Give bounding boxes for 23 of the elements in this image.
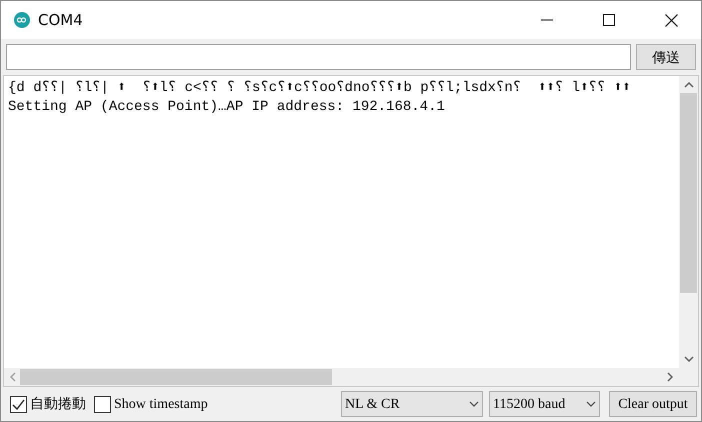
output-line: Setting AP (Access Point)…AP IP address: 192.168.4.1	[8, 98, 445, 117]
line-ending-dropdown[interactable]: NL & CR	[341, 391, 483, 417]
minimize-icon[interactable]	[541, 19, 553, 21]
autoscroll-checkbox[interactable]	[10, 396, 27, 412]
autoscroll-label: 自動捲動	[30, 394, 86, 414]
caret-icon	[586, 401, 596, 407]
app-logo-icon	[14, 12, 30, 28]
output-line: {d d⸮⸮| ⸮l⸮| ⬆ ⸮⬆l⸮ c<⸮⸮ ⸮ ⸮s⸮c⸮⬆c⸮⸮oo⸮dno⸮⸮⸮⬆b p⸮⸮l;lsdx⸮n⸮ ⬆⬆⸮ l⬆⸮⸮ ⬆⬆	[8, 79, 631, 98]
scroll-down-icon[interactable]	[684, 356, 694, 362]
send-button[interactable]: 傳送	[636, 44, 696, 70]
clear-output-button[interactable]: Clear output	[609, 391, 697, 417]
maximize-icon[interactable]	[603, 14, 615, 26]
baud-rate-dropdown[interactable]: 115200 baud	[489, 391, 600, 417]
close-icon[interactable]	[665, 14, 678, 26]
send-input-field[interactable]	[6, 44, 631, 70]
window-title: COM4	[38, 10, 83, 31]
caret-icon	[469, 401, 479, 407]
scrollbar-thumb[interactable]	[680, 93, 697, 293]
scrollbar-thumb[interactable]	[20, 369, 332, 385]
scroll-up-icon[interactable]	[684, 82, 694, 88]
timestamp-checkbox[interactable]	[94, 396, 111, 412]
scroll-right-icon[interactable]	[667, 372, 673, 382]
timestamp-label: Show timestamp	[114, 396, 208, 414]
